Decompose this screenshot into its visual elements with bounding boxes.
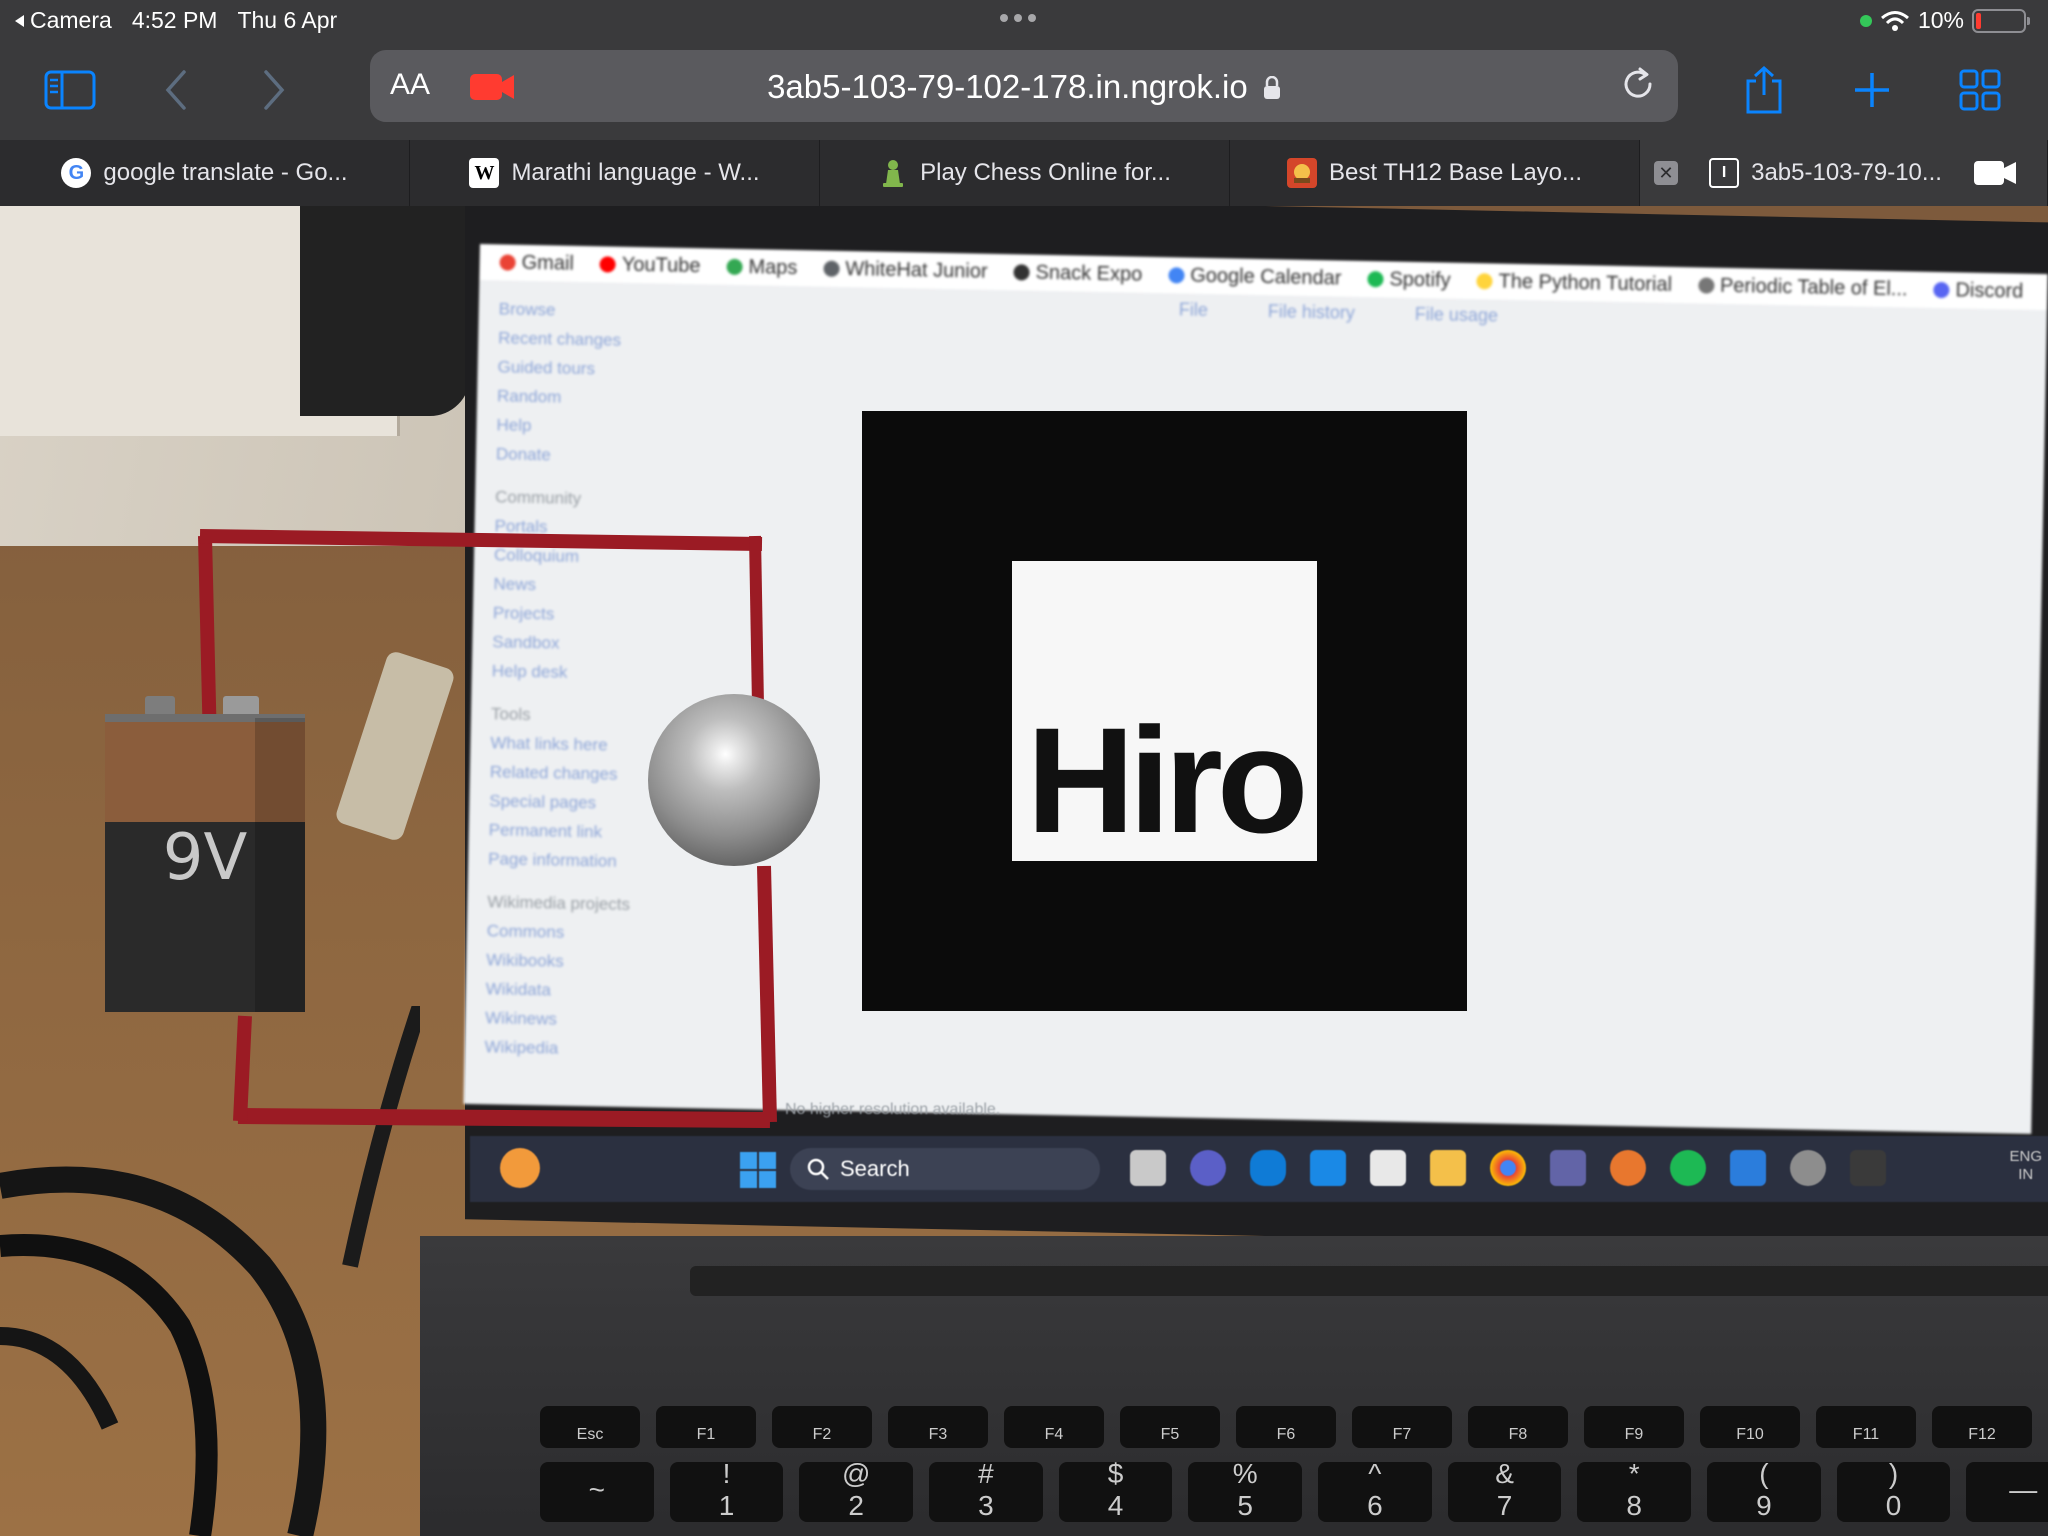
url-text: 3ab5-103-79-102-178.in.ngrok.io: [767, 68, 1248, 105]
wifi-icon: [1880, 10, 1909, 31]
new-tab-button[interactable]: [1842, 60, 1902, 120]
tab-ngrok-active[interactable]: ✕ I 3ab5-103-79-10...: [1640, 140, 2048, 206]
address-bar[interactable]: AA 3ab5-103-79-102-178.in.ngrok.io: [370, 50, 1678, 122]
tab-best-th12[interactable]: Best TH12 Base Layo...: [1230, 140, 1640, 206]
game-icon: [1286, 158, 1317, 188]
share-icon: [1746, 65, 1782, 114]
back-arrow-icon: [15, 14, 24, 27]
chevron-right-icon: [264, 70, 285, 110]
page-icon: I: [1709, 158, 1740, 188]
video-camera-icon: [1973, 161, 2016, 185]
tab-title: Play Chess Online for...: [920, 159, 1171, 186]
url-display[interactable]: 3ab5-103-79-102-178.in.ngrok.io: [370, 68, 1678, 106]
plus-icon: [1855, 73, 1889, 107]
status-date: Thu 6 Apr: [237, 7, 338, 33]
camera-in-use-indicator-icon: [1859, 14, 1872, 27]
share-button[interactable]: [1734, 60, 1794, 120]
tab-marathi-language[interactable]: W Marathi language - W...: [410, 140, 820, 206]
battery-icon: [1972, 8, 2030, 33]
battery-percent: 10%: [1917, 7, 1964, 33]
tab-google-translate[interactable]: G google translate - Go...: [0, 140, 410, 206]
grid-icon: [1959, 69, 2001, 111]
chevron-left-icon: [165, 70, 186, 110]
tab-title: google translate - Go...: [103, 159, 348, 186]
battery-9v-model: 9V: [105, 696, 305, 1016]
back-app-label: Camera: [30, 7, 112, 33]
multitasking-dots-icon[interactable]: [1000, 14, 1036, 22]
status-bar: Camera 4:52 PM Thu 6 Apr 10%: [0, 0, 2048, 42]
tab-title: 3ab5-103-79-10...: [1751, 159, 1942, 186]
ar-circuit-wires: [198, 529, 777, 1128]
tab-title: Best TH12 Base Layo...: [1328, 159, 1583, 186]
tab-bar: G google translate - Go... W Marathi lan…: [0, 140, 2048, 206]
google-icon: G: [61, 158, 92, 188]
chess-icon: [878, 158, 908, 188]
wikipedia-icon: W: [469, 158, 500, 188]
browser-toolbar: AA 3ab5-103-79-102-178.in.ngrok.io: [0, 42, 2048, 140]
tab-title: Marathi language - W...: [511, 159, 760, 186]
ar-overlay: 9V: [0, 206, 2048, 1536]
sidebar-toggle-button[interactable]: [40, 60, 100, 120]
sidebar-icon: [44, 70, 96, 110]
close-tab-icon[interactable]: ✕: [1654, 161, 1678, 185]
reload-icon: [1624, 67, 1652, 98]
tab-overview-button[interactable]: [1950, 60, 2010, 120]
ar-bulb-sphere: [648, 694, 820, 866]
forward-button[interactable]: [244, 60, 304, 120]
tab-play-chess[interactable]: Play Chess Online for...: [820, 140, 1230, 206]
back-button[interactable]: [146, 60, 206, 120]
reload-button[interactable]: [1620, 66, 1656, 109]
status-time: 4:52 PM: [131, 7, 218, 33]
battery-label: 9V: [162, 821, 248, 895]
back-to-app-link[interactable]: Camera: [12, 7, 112, 34]
lock-icon: [1263, 75, 1280, 99]
